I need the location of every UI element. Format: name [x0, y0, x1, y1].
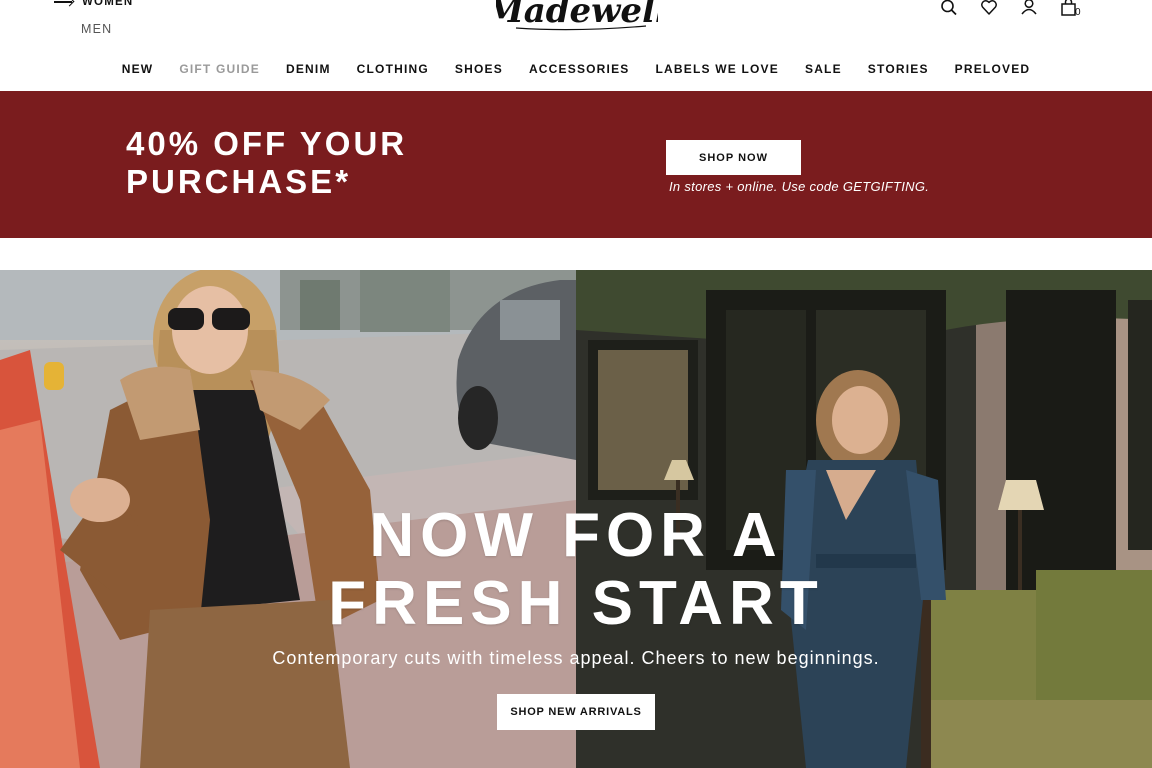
- main-nav: NEW GIFT GUIDE DENIM CLOTHING SHOES ACCE…: [0, 62, 1152, 76]
- nav-item-labels-we-love[interactable]: LABELS WE LOVE: [643, 62, 792, 76]
- arrow-right-icon: [54, 0, 74, 8]
- logo-text: Madewell: [496, 0, 658, 31]
- promo-headline: 40% OFF YOUR PURCHASE*: [126, 125, 408, 200]
- gender-women-link[interactable]: WOMEN: [54, 0, 133, 10]
- shop-new-arrivals-button[interactable]: SHOP NEW ARRIVALS: [497, 694, 655, 730]
- hero-subtitle: Contemporary cuts with timeless appeal. …: [272, 648, 880, 668]
- gender-men-link[interactable]: MEN: [81, 22, 112, 36]
- hero-title: NOW FOR A FRESH START: [0, 502, 1152, 638]
- shop-now-button[interactable]: SHOP NOW: [666, 140, 801, 175]
- bag-count: 0: [1075, 7, 1081, 18]
- nav-item-clothing[interactable]: CLOTHING: [344, 62, 442, 76]
- nav-item-denim[interactable]: DENIM: [273, 62, 344, 76]
- hero-title-line-2: FRESH START: [328, 569, 824, 638]
- site-header: WOMEN MEN Madewell: [0, 0, 1152, 90]
- promo-note: In stores + online. Use code GETGIFTING.: [669, 179, 930, 194]
- nav-item-stories[interactable]: STORIES: [855, 62, 942, 76]
- hero-banner: NOW FOR A FRESH START Contemporary cuts …: [0, 270, 1152, 768]
- nav-item-accessories[interactable]: ACCESSORIES: [516, 62, 643, 76]
- account-icon[interactable]: [1020, 0, 1038, 18]
- nav-item-shoes[interactable]: SHOES: [442, 62, 516, 76]
- nav-item-preloved[interactable]: PRELOVED: [942, 62, 1044, 76]
- utility-icons: 0: [940, 0, 1086, 18]
- nav-item-sale[interactable]: SALE: [792, 62, 855, 76]
- gender-women-label: WOMEN: [82, 0, 134, 8]
- bag-icon[interactable]: 0: [1060, 0, 1086, 18]
- nav-item-gift-guide[interactable]: GIFT GUIDE: [166, 62, 273, 76]
- promo-banner: 40% OFF YOUR PURCHASE* SHOP NOW In store…: [0, 91, 1152, 238]
- nav-item-new[interactable]: NEW: [109, 62, 167, 76]
- hero-title-line-1: NOW FOR A: [369, 501, 783, 570]
- madewell-logo[interactable]: Madewell: [496, 0, 658, 34]
- gender-switch: WOMEN MEN: [54, 0, 133, 36]
- search-icon[interactable]: [940, 0, 958, 18]
- madewell-logo-mark: Madewell: [496, 0, 658, 31]
- heart-icon[interactable]: [980, 0, 998, 18]
